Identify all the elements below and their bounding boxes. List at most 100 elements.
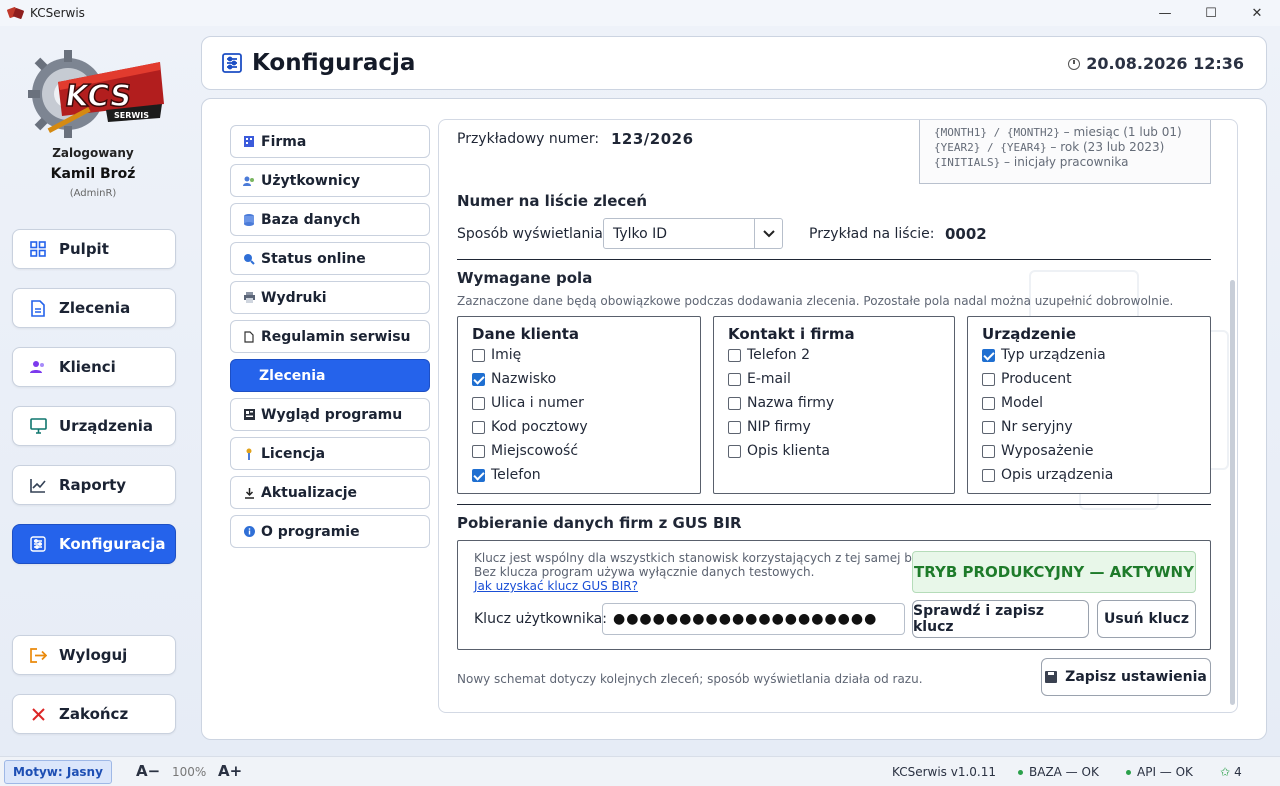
checkbox-opis-klienta[interactable]: Opis klienta xyxy=(728,443,830,459)
window-titlebar: KCSerwis — ☐ ✕ xyxy=(0,0,1280,26)
divider xyxy=(457,259,1211,260)
user-name: Kamil Broź xyxy=(50,166,136,182)
nav-zlecenia[interactable]: Zlecenia xyxy=(12,288,176,328)
display-mode-select[interactable]: Tylko ID xyxy=(603,218,783,249)
nav-label: Urządzenia xyxy=(59,417,154,435)
footer-note: Nowy schemat dotyczy kolejnych zleceń; s… xyxy=(457,672,923,686)
monitor-icon xyxy=(29,417,47,435)
maximize-button[interactable]: ☐ xyxy=(1188,0,1234,26)
checkbox-telefon[interactable]: Telefon xyxy=(472,467,541,483)
status-bar: Motyw: Jasny A− 100% A+ KCSerwis v1.0.11… xyxy=(0,756,1280,786)
display-mode-label: Sposób wyświetlania: xyxy=(457,226,608,242)
close-window-button[interactable]: ✕ xyxy=(1234,0,1280,26)
submenu-licencja[interactable]: Licencja xyxy=(230,437,430,470)
hint-line: {MONTH1} / {MONTH2} – miesiąc (1 lub 01) xyxy=(934,125,1182,139)
example-number-label: Przykładowy numer: xyxy=(457,131,600,147)
submenu-label: Regulamin serwisu xyxy=(261,328,411,345)
content-scrollbar[interactable] xyxy=(1230,280,1235,705)
layout-icon xyxy=(243,409,255,421)
app-version: KCSerwis v1.0.11 xyxy=(892,765,997,779)
group-title: Urządzenie xyxy=(982,325,1077,343)
nav-konfiguracja[interactable]: Konfiguracja xyxy=(12,524,176,564)
submenu-o-programie[interactable]: O programie xyxy=(230,515,430,548)
checkbox-producent[interactable]: Producent xyxy=(982,371,1072,387)
checkbox-nr-seryjny[interactable]: Nr seryjny xyxy=(982,419,1073,435)
submenu-label: Wygląd programu xyxy=(261,406,403,423)
checkbox-kod-pocztowy[interactable]: Kod pocztowy xyxy=(472,419,588,435)
save-settings-button[interactable]: Zapisz ustawienia xyxy=(1041,658,1211,696)
checkbox-imie[interactable]: Imię xyxy=(472,347,521,363)
submenu-firma[interactable]: Firma xyxy=(230,125,430,158)
checkbox-model[interactable]: Model xyxy=(982,395,1043,411)
settings-content-panel: Przykładowy numer: 123/2026 {MONTH1} / {… xyxy=(438,119,1238,713)
submenu-baza-danych[interactable]: Baza danych xyxy=(230,203,430,236)
check-save-key-button[interactable]: Sprawdź i zapisz klucz xyxy=(912,600,1089,638)
logged-label: Zalogowany xyxy=(52,146,134,160)
users-online-icon: ✩ xyxy=(1220,765,1231,779)
page-header: Konfiguracja 20.08.2026 12:36 xyxy=(201,36,1267,90)
checkbox-nazwa-firmy[interactable]: Nazwa firmy xyxy=(728,395,834,411)
save-label: Zapisz ustawienia xyxy=(1065,669,1207,685)
checkbox-nazwisko[interactable]: Nazwisko xyxy=(472,371,556,387)
gus-status-badge: TRYB PRODUKCYJNY — AKTYWNY xyxy=(912,551,1196,593)
nav-pulpit[interactable]: Pulpit xyxy=(12,229,176,269)
checkbox-wyposazenie[interactable]: Wyposażenie xyxy=(982,443,1094,459)
nav-zakoncz[interactable]: Zakończ xyxy=(12,694,176,734)
hint-line: {INITIALS} – inicjały pracownika xyxy=(934,155,1129,169)
submenu-zlecenia[interactable]: Zlecenia xyxy=(230,359,430,392)
gus-help-link[interactable]: Jak uzyskać klucz GUS BIR? xyxy=(474,579,638,593)
submenu-wyglad[interactable]: Wygląd programu xyxy=(230,398,430,431)
checkbox-miejscowosc[interactable]: Miejscowość xyxy=(472,443,578,459)
document-icon xyxy=(29,299,47,317)
nav-wyloguj[interactable]: Wyloguj xyxy=(12,635,176,675)
nav-urzadzenia[interactable]: Urządzenia xyxy=(12,406,176,446)
checkbox-email[interactable]: E-mail xyxy=(728,371,791,387)
minimize-button[interactable]: — xyxy=(1142,0,1188,26)
submenu-uzytkownicy[interactable]: Użytkownicy xyxy=(230,164,430,197)
font-increase-button[interactable]: A+ xyxy=(218,762,242,780)
submenu-label: Aktualizacje xyxy=(261,484,358,501)
status-dot-icon xyxy=(1126,770,1131,775)
nav-label: Zlecenia xyxy=(59,299,131,317)
app-icon xyxy=(6,6,25,20)
settings-panel-icon xyxy=(222,53,242,73)
required-fields-desc: Zaznaczone dane będą obowiązkowe podczas… xyxy=(457,294,1174,308)
checkbox-telefon-2[interactable]: Telefon 2 xyxy=(728,347,810,363)
submenu-label: Baza danych xyxy=(261,211,361,228)
checkbox-ulica[interactable]: Ulica i numer xyxy=(472,395,584,411)
nav-label: Klienci xyxy=(59,358,116,376)
submenu-aktualizacje[interactable]: Aktualizacje xyxy=(230,476,430,509)
remove-key-button[interactable]: Usuń klucz xyxy=(1097,600,1196,638)
zoom-level: 100% xyxy=(172,765,207,779)
users-online: ✩ 4 xyxy=(1220,765,1242,779)
checkbox-opis-urzadzenia[interactable]: Opis urządzenia xyxy=(982,467,1113,483)
db-status: BAZA — OK xyxy=(1018,765,1099,779)
api-key-input[interactable]: ●●●●●●●●●●●●●●●●●●●● xyxy=(602,603,905,635)
document-icon xyxy=(243,330,255,343)
kcs-logo: KCS SERWIS xyxy=(28,50,164,138)
logged-user-panel: Zalogowany Kamil Broź (AdminR) xyxy=(0,146,186,199)
font-decrease-button[interactable]: A− xyxy=(136,762,160,780)
nav-label: Pulpit xyxy=(59,240,109,258)
submenu-wydruki[interactable]: Wydruki xyxy=(230,281,430,314)
divider xyxy=(457,504,1211,505)
submenu-label: Wydruki xyxy=(261,289,327,306)
gus-description: Klucz jest wspólny dla wszystkich stanow… xyxy=(474,551,935,579)
required-fields-title: Wymagane pola xyxy=(457,269,593,287)
checkbox-typ-urzadzenia[interactable]: Typ urządzenia xyxy=(982,347,1106,363)
nav-raporty[interactable]: Raporty xyxy=(12,465,176,505)
checkbox-nip-firmy[interactable]: NIP firmy xyxy=(728,419,811,435)
globe-search-icon xyxy=(243,253,255,265)
clock-icon xyxy=(1068,57,1081,70)
status-dot-icon xyxy=(1018,770,1023,775)
submenu-regulamin[interactable]: Regulamin serwisu xyxy=(230,320,430,353)
download-icon xyxy=(243,487,255,499)
group-title: Dane klienta xyxy=(472,325,580,343)
theme-toggle-button[interactable]: Motyw: Jasny xyxy=(4,760,112,784)
gus-panel: Klucz jest wspólny dla wszystkich stanow… xyxy=(457,540,1211,650)
nav-label: Wyloguj xyxy=(59,646,128,664)
nav-label: Zakończ xyxy=(59,705,129,723)
submenu-status-online[interactable]: Status online xyxy=(230,242,430,275)
nav-klienci[interactable]: Klienci xyxy=(12,347,176,387)
hint-line: {YEAR2} / {YEAR4} – rok (23 lub 2023) xyxy=(934,140,1165,154)
